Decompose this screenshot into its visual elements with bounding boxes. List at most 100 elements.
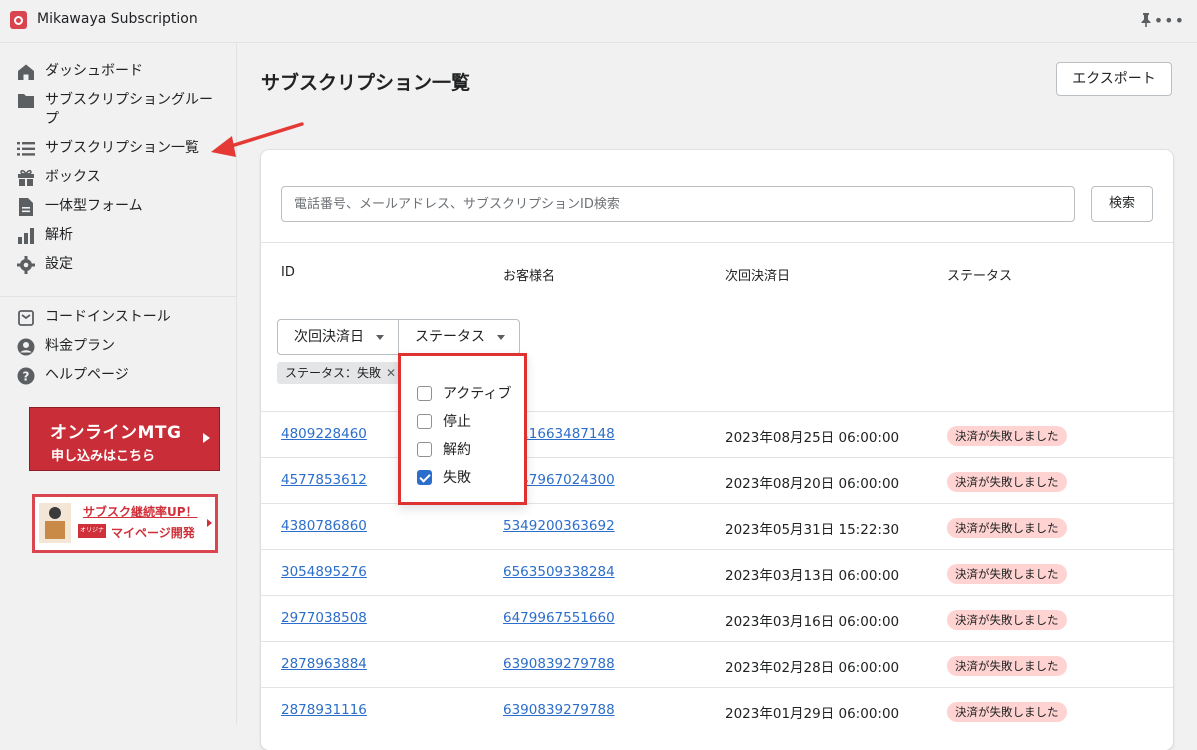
top-bar: Mikawaya Subscription ••• [0,0,1197,43]
option-label: 失敗 [443,470,471,486]
status-badge: 決済が失敗しました [947,472,1067,492]
play-arrow-icon [203,433,210,443]
list-icon [16,139,36,159]
table-row[interactable]: 4380786860 5349200363692 2023年05月31日 15:… [261,503,1173,550]
next-payment-date: 2023年03月16日 06:00:00 [725,614,900,630]
status-option-paused[interactable]: 停止 [417,411,471,431]
checkbox[interactable] [417,385,432,401]
subscription-id-link[interactable]: 2977038508 [281,610,367,626]
sidebar-item-subscription-list[interactable]: サブスクリプション一覧 [16,139,220,159]
caret-down-icon [376,335,384,340]
sidebar-item-label: 解析 [45,227,73,243]
next-payment-date: 2023年08月20日 06:00:00 [725,476,900,492]
sidebar-item-box[interactable]: ボックス [16,168,220,188]
sidebar-item-label: ヘルプページ [45,367,129,383]
sidebar-item-pricing[interactable]: 料金プラン [16,337,220,357]
svg-text:?: ? [23,370,30,384]
status-badge: 決済が失敗しました [947,656,1067,676]
app-title: Mikawaya Subscription [37,11,198,27]
sidebar-item-form[interactable]: 一体型フォーム [16,197,220,217]
pin-icon[interactable] [1139,12,1153,28]
card-divider [261,242,1173,243]
sidebar-item-code-install[interactable]: コードインストール [16,308,220,328]
page-title: サブスクリプション一覧 [261,72,471,94]
app-logo-icon [10,11,27,29]
customer-link[interactable]: 5349200363692 [503,518,615,534]
next-payment-date: 2023年01月29日 06:00:00 [725,706,900,722]
online-mtg-banner[interactable]: オンラインMTG 申し込みはこちら [29,407,220,471]
subscription-id-link[interactable]: 3054895276 [281,564,367,580]
next-payment-date: 2023年05月31日 15:22:30 [725,522,900,538]
sidebar-item-label: コードインストール [45,309,171,325]
analytics-icon [16,226,36,246]
table-row[interactable]: 2977038508 6479967551660 2023年03月16日 06:… [261,595,1173,642]
customer-link[interactable]: 6479967551660 [503,610,615,626]
export-button[interactable]: エクスポート [1056,62,1172,96]
column-header-next-payment: 次回決済日 [725,269,791,284]
sidebar-item-dashboard[interactable]: ダッシュボード [16,62,220,82]
subscription-id-link[interactable]: 4380786860 [281,518,367,534]
sidebar: ダッシュボード サブスクリプショングループ サブスクリプション一覧 ボックス 一… [0,43,237,725]
sidebar-item-label: ダッシュボード [45,63,143,79]
gift-icon [16,168,36,188]
document-icon [16,197,36,217]
banner-mtg-subtitle: 申し込みはこちら [51,449,156,464]
sidebar-item-settings[interactable]: 設定 [16,255,220,275]
user-circle-icon [16,337,36,357]
chip-label: ステータス：失敗 [285,366,382,380]
status-option-active[interactable]: アクティブ [417,383,511,403]
sidebar-item-analytics[interactable]: 解析 [16,226,220,246]
search-input[interactable] [281,186,1075,222]
option-label: 停止 [443,414,471,430]
help-icon: ? [16,366,36,386]
more-options-icon[interactable]: ••• [1154,11,1185,30]
sidebar-item-label: サブスクリプショングループ [45,92,213,127]
status-option-cancelled[interactable]: 解約 [417,439,471,459]
gear-icon [16,255,36,275]
active-filter-chip: ステータス：失敗 ✕ [277,362,402,384]
checkbox[interactable] [417,413,432,429]
sidebar-item-label: 料金プラン [45,338,115,354]
sidebar-item-subscription-group[interactable]: サブスクリプショングループ [16,91,220,129]
subscription-id-link[interactable]: 2878963884 [281,656,367,672]
table-row[interactable]: 2878931116 6390839279788 2023年01月29日 06:… [261,687,1173,734]
table-row[interactable]: 3054895276 6563509338284 2023年03月13日 06:… [261,549,1173,596]
subscription-id-link[interactable]: 4577853612 [281,472,367,488]
caret-down-icon [497,335,505,340]
status-badge: 決済が失敗しました [947,610,1067,630]
customer-link[interactable]: 6390839279788 [503,702,615,718]
status-filter-dropdown: アクティブ 停止 解約 失敗 [398,353,527,505]
next-payment-date: 2023年03月13日 06:00:00 [725,568,900,584]
customer-link[interactable]: 6390839279788 [503,656,615,672]
checkbox-checked[interactable] [417,469,432,485]
filter-label: 次回決済日 [294,329,364,345]
sidebar-item-help[interactable]: ? ヘルプページ [16,366,220,386]
home-icon [16,62,36,82]
subscription-id-link[interactable]: 4809228460 [281,426,367,442]
status-option-failed[interactable]: 失敗 [417,467,471,487]
status-badge: 決済が失敗しました [947,702,1067,722]
play-arrow-icon [207,519,212,527]
sidebar-item-label: ボックス [45,169,101,185]
table-row[interactable]: 2878963884 6390839279788 2023年02月28日 06:… [261,641,1173,688]
option-label: アクティブ [443,386,512,402]
status-badge: 決済が失敗しました [947,518,1067,538]
column-header-id: ID [281,265,295,280]
next-payment-date: 2023年02月28日 06:00:00 [725,660,900,676]
column-header-status: ステータス [947,269,1013,284]
search-button[interactable]: 検索 [1091,186,1153,222]
customer-link[interactable]: 6563509338284 [503,564,615,580]
banner-sub-tag: オリジナル [78,524,106,548]
subscription-id-link[interactable]: 2878931116 [281,702,367,718]
subscription-retention-banner[interactable]: サブスク継続率UP！ オリジナル マイページ開発 [32,494,218,553]
option-label: 解約 [443,442,471,458]
status-badge: 決済が失敗しました [947,564,1067,584]
checkbox[interactable] [417,441,432,457]
next-payment-date: 2023年08月25日 06:00:00 [725,430,900,446]
banner-sub-title: サブスク継続率UP！ [83,505,198,519]
delivery-person-image [39,503,71,543]
next-payment-filter-button[interactable]: 次回決済日 [277,319,399,355]
remove-filter-icon[interactable]: ✕ [386,362,396,384]
banner-sub-subtitle: マイページ開発 [111,526,195,540]
status-filter-button[interactable]: ステータス [398,319,520,355]
